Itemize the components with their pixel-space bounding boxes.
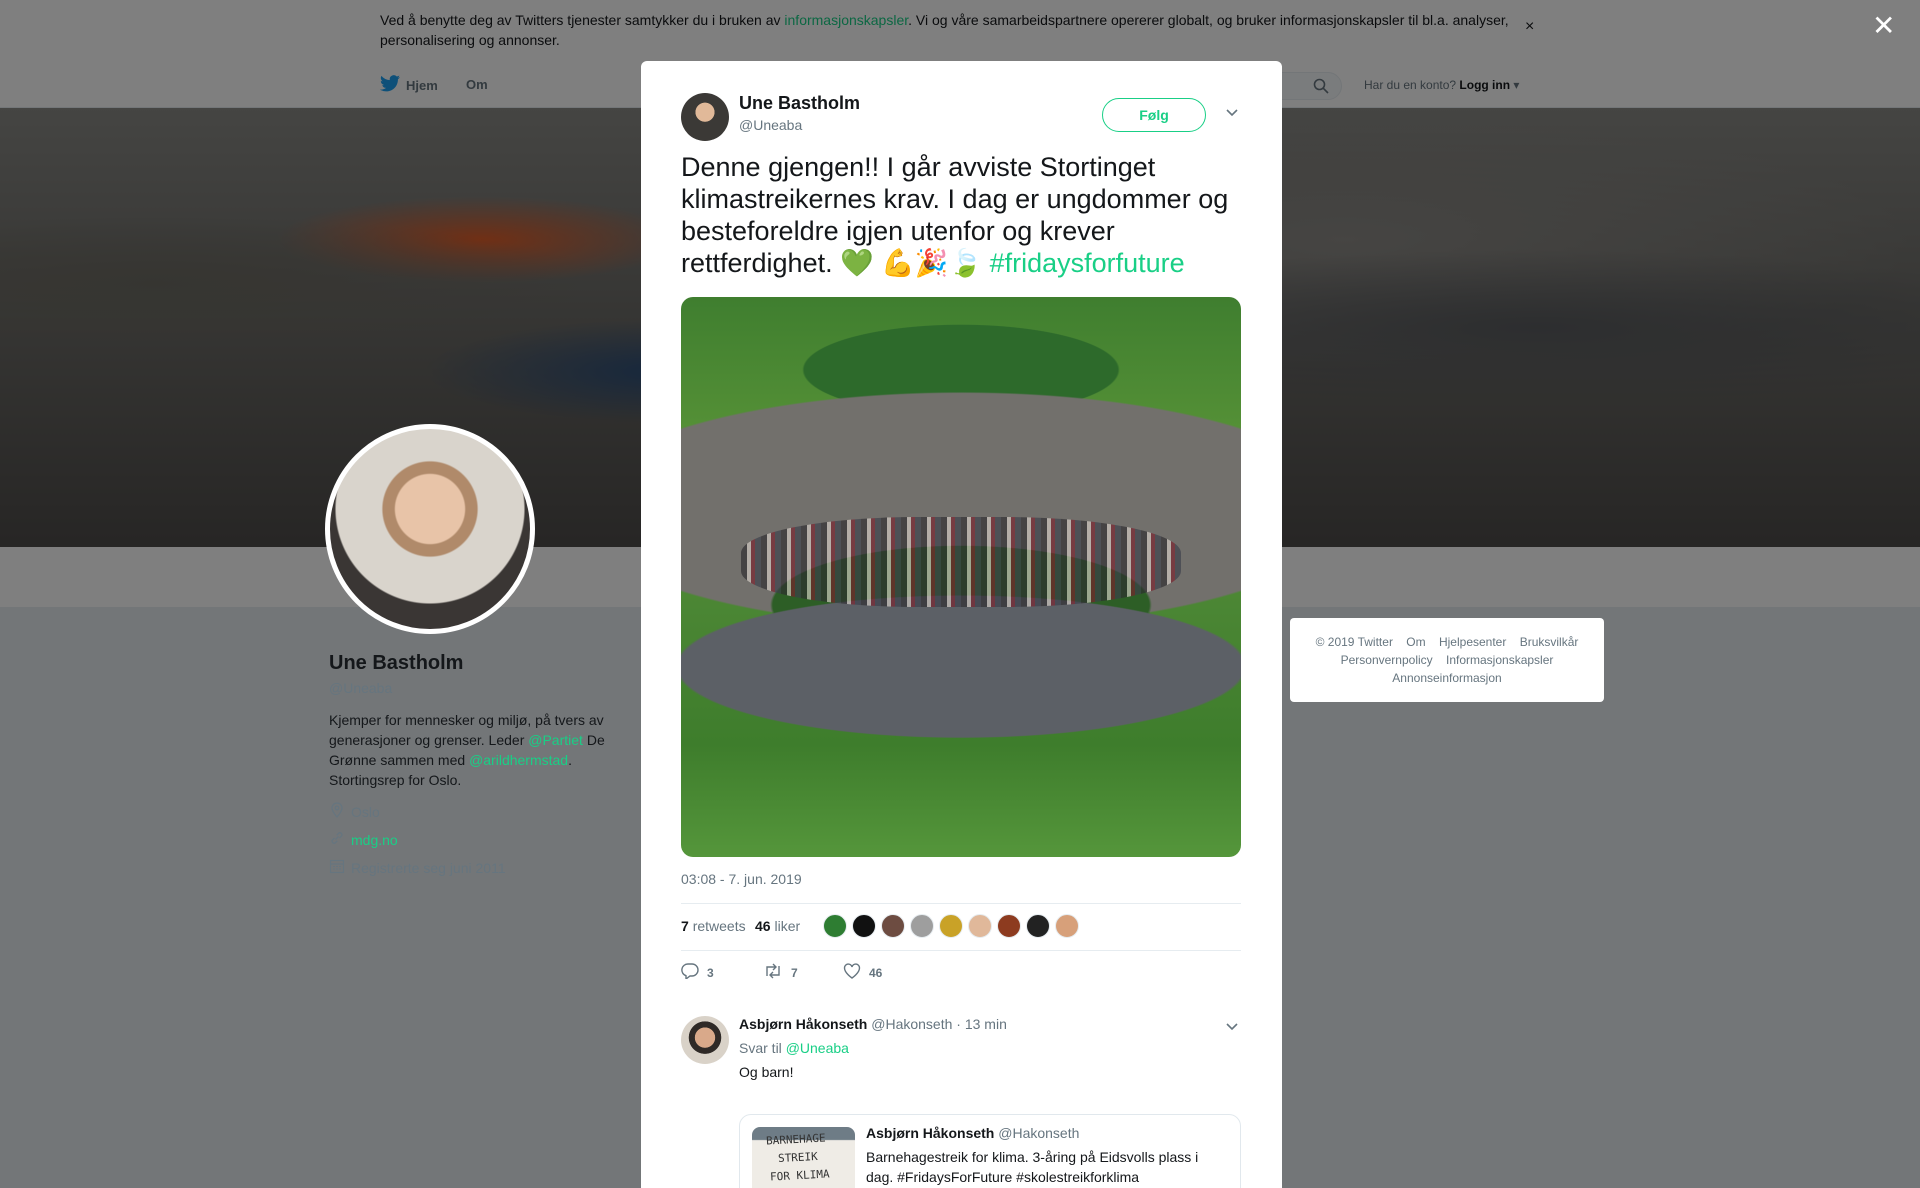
author-avatar[interactable]	[681, 93, 729, 141]
footer-links: © 2019 Twitter Om Hjelpesenter Bruksvilk…	[1290, 618, 1604, 702]
reply-to: Svar til @Uneaba	[739, 1040, 849, 1056]
quoted-tweet-header: Asbjørn Håkonseth @Hakonseth	[866, 1125, 1079, 1141]
reply-author-handle[interactable]: @Hakonseth	[871, 1016, 952, 1032]
author-handle[interactable]: @Uneaba	[739, 117, 802, 133]
quoted-tweet[interactable]: BARNEHAGE STREIK FOR KLIMA Asbjørn Håkon…	[739, 1114, 1241, 1188]
likers-avatars	[823, 914, 1079, 938]
location-pin-icon	[329, 802, 345, 821]
reply-author-avatar[interactable]	[681, 1016, 729, 1064]
bio-link-arildhermstad[interactable]: @arildhermstad	[469, 752, 568, 768]
footer-link-ads[interactable]: Annonseinformasjon	[1392, 671, 1501, 685]
quoted-author-handle: @Hakonseth	[998, 1125, 1080, 1141]
chevron-down-icon[interactable]	[1225, 1019, 1239, 1037]
footer-link-terms[interactable]: Bruksvilkår	[1520, 635, 1579, 649]
profile-avatar[interactable]	[325, 424, 535, 634]
liker-avatar[interactable]	[997, 914, 1021, 938]
close-modal-button[interactable]: ✕	[1872, 12, 1895, 40]
location-text: Oslo	[351, 803, 380, 820]
likes-label: liker	[774, 918, 801, 934]
reply-icon	[681, 963, 699, 982]
link-icon	[329, 830, 345, 849]
photo-crowd	[741, 517, 1181, 607]
reply-header: Asbjørn Håkonseth @Hakonseth · 13 min	[739, 1016, 1007, 1032]
reply-count: 3	[707, 965, 714, 980]
quoted-tweet-text: Barnehagestreik for klima. 3-åring på Ei…	[866, 1149, 1199, 1185]
liker-avatar[interactable]	[852, 914, 876, 938]
footer-link-help[interactable]: Hjelpesenter	[1439, 635, 1506, 649]
like-button[interactable]: 46	[843, 963, 882, 982]
liker-avatar[interactable]	[1026, 914, 1050, 938]
tweet-text: Denne gjengen!! I går avviste Stortinget…	[681, 151, 1251, 279]
liker-avatar[interactable]	[1055, 914, 1079, 938]
calendar-icon	[329, 858, 345, 877]
sign-text-3: FOR KLIMA	[769, 1167, 830, 1184]
footer-link-privacy[interactable]: Personvernpolicy	[1341, 653, 1433, 667]
quoted-author-name: Asbjørn Håkonseth	[866, 1125, 995, 1141]
profile-bio: Kjemper for mennesker og miljø, på tvers…	[329, 710, 629, 790]
reply-button[interactable]: 3	[681, 963, 714, 982]
profile-location: Oslo	[329, 802, 380, 821]
retweet-count: 7	[791, 965, 798, 980]
tweet-hashtag-link[interactable]: #fridaysforfuture	[990, 248, 1185, 278]
retweet-icon	[763, 963, 783, 982]
likes-stat[interactable]: 46 liker	[755, 918, 800, 934]
footer-link-cookies[interactable]: Informasjonskapsler	[1446, 653, 1553, 667]
tweet-photo[interactable]	[681, 297, 1241, 857]
reply-text: Og barn!	[739, 1064, 794, 1080]
joined-text: Registrerte seg juni 2011	[351, 859, 506, 876]
bio-link-partiet[interactable]: @Partiet	[528, 732, 583, 748]
liker-avatar[interactable]	[968, 914, 992, 938]
retweets-label: retweets	[692, 918, 746, 934]
liker-avatar[interactable]	[823, 914, 847, 938]
retweets-count: 7	[681, 918, 689, 934]
profile-website: mdg.no	[329, 830, 398, 849]
follow-button[interactable]: Følg	[1102, 98, 1206, 132]
liker-avatar[interactable]	[910, 914, 934, 938]
tweet-stats: 7 retweets 46 liker	[681, 903, 1241, 951]
author-name[interactable]: Une Bastholm	[739, 93, 860, 114]
reply-to-label: Svar til	[739, 1040, 782, 1056]
tweet-timestamp: 03:08 - 7. jun. 2019	[681, 871, 802, 887]
likes-count: 46	[755, 918, 771, 934]
like-count: 46	[869, 965, 883, 980]
tweet-modal: Une Bastholm @Uneaba Følg Denne gjengen!…	[641, 61, 1282, 1188]
heart-icon	[843, 963, 861, 982]
retweet-button[interactable]: 7	[763, 963, 798, 982]
reply-time[interactable]: · 13 min	[956, 1016, 1007, 1032]
profile-handle[interactable]: @Uneaba	[329, 680, 392, 696]
retweets-stat[interactable]: 7 retweets	[681, 918, 746, 934]
reply-to-handle[interactable]: @Uneaba	[786, 1040, 849, 1056]
chevron-down-icon[interactable]	[1225, 105, 1239, 123]
sign-text-1: BARNEHAGE	[765, 1131, 826, 1148]
liker-avatar[interactable]	[881, 914, 905, 938]
sign-text-2: STREIK	[777, 1149, 819, 1166]
liker-avatar[interactable]	[939, 914, 963, 938]
website-link[interactable]: mdg.no	[351, 832, 398, 848]
quoted-tweet-image: BARNEHAGE STREIK FOR KLIMA	[752, 1127, 855, 1188]
profile-name[interactable]: Une Bastholm	[329, 652, 463, 675]
profile-joined: Registrerte seg juni 2011	[329, 858, 506, 877]
reply-author-name[interactable]: Asbjørn Håkonseth	[739, 1016, 867, 1032]
footer-link-about[interactable]: Om	[1406, 635, 1425, 649]
footer-copyright: © 2019 Twitter	[1315, 635, 1393, 649]
